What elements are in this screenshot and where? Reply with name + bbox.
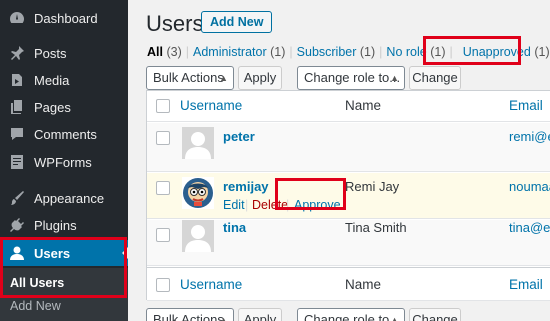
filter-subscriber[interactable]: Subscriber (1) bbox=[297, 45, 376, 59]
admin-sidebar: Dashboard Posts Media Pages Comments WPF… bbox=[0, 0, 128, 321]
column-name: Name bbox=[345, 98, 382, 113]
change-role-select[interactable]: Change role to... ▲ bbox=[297, 66, 405, 90]
filter-administrator[interactable]: Administrator (1) bbox=[193, 45, 285, 59]
edit-link[interactable]: Edit bbox=[223, 198, 245, 212]
users-submenu: All Users Add New bbox=[0, 268, 128, 321]
submenu-all-users[interactable]: All Users bbox=[10, 276, 64, 290]
user-full-name: Tina Smith bbox=[345, 220, 407, 235]
row-checkbox[interactable] bbox=[156, 181, 170, 195]
sidebar-item-label: Plugins bbox=[34, 217, 77, 233]
paintbrush-icon bbox=[8, 189, 26, 207]
column-username[interactable]: Username bbox=[180, 98, 242, 113]
forms-icon bbox=[8, 153, 26, 171]
delete-link[interactable]: Delete bbox=[252, 198, 288, 212]
email-link[interactable]: noumaa bbox=[509, 179, 550, 194]
table-row: remijay Remi Jay noumaa Edit | Delete | … bbox=[147, 173, 550, 219]
select-arrow-icon: ▲ bbox=[390, 73, 399, 83]
sidebar-item-plugins[interactable]: Plugins bbox=[0, 212, 128, 238]
filter-all[interactable]: All (3) bbox=[147, 45, 182, 59]
bulk-actions-select-bottom[interactable]: Bulk Actions ▲ bbox=[146, 308, 234, 321]
action-separator: | bbox=[286, 198, 290, 212]
column-email[interactable]: Email bbox=[509, 277, 543, 292]
user-full-name: Remi Jay bbox=[345, 179, 400, 194]
sidebar-item-comments[interactable]: Comments bbox=[0, 121, 128, 147]
apply-button[interactable]: Apply bbox=[238, 66, 282, 90]
approve-link[interactable]: Approve bbox=[294, 198, 341, 212]
column-name: Name bbox=[345, 277, 382, 292]
sidebar-item-label: Media bbox=[34, 72, 70, 88]
sidebar-item-label: WPForms bbox=[34, 154, 92, 170]
pin-icon bbox=[8, 44, 26, 62]
change-role-button[interactable]: Change bbox=[409, 66, 461, 90]
add-new-button[interactable]: Add New bbox=[201, 11, 273, 33]
avatar bbox=[182, 220, 214, 252]
sidebar-item-label: Dashboard bbox=[34, 10, 98, 26]
comment-icon bbox=[8, 125, 26, 143]
email-link[interactable]: remi@ex bbox=[509, 129, 550, 144]
email-link[interactable]: tina@ex bbox=[509, 220, 550, 235]
sidebar-item-label: Users bbox=[34, 245, 71, 261]
select-arrow-icon: ▲ bbox=[219, 315, 228, 321]
change-role-select-bottom[interactable]: Change role to... ▲ bbox=[297, 308, 405, 321]
submenu-add-new[interactable]: Add New bbox=[10, 299, 61, 313]
user-icon bbox=[8, 244, 26, 262]
table-row: peter remi@ex bbox=[147, 123, 550, 172]
username-link[interactable]: peter bbox=[223, 129, 255, 144]
sidebar-item-label: Pages bbox=[34, 99, 71, 115]
change-role-button-bottom[interactable]: Change bbox=[409, 308, 461, 321]
select-arrow-icon: ▲ bbox=[219, 73, 228, 83]
action-separator: | bbox=[245, 198, 249, 212]
apply-button-bottom[interactable]: Apply bbox=[238, 308, 282, 321]
sidebar-item-users[interactable]: Users bbox=[0, 240, 128, 266]
sidebar-item-pages[interactable]: Pages bbox=[0, 94, 128, 120]
plugin-icon bbox=[8, 216, 26, 234]
column-username[interactable]: Username bbox=[180, 277, 242, 292]
filter-unapproved[interactable]: Unapproved (1) bbox=[463, 45, 550, 59]
avatar bbox=[182, 177, 214, 209]
sidebar-item-appearance[interactable]: Appearance bbox=[0, 185, 128, 211]
username-link[interactable]: remijay bbox=[223, 179, 269, 194]
sidebar-item-label: Posts bbox=[34, 45, 67, 61]
column-email[interactable]: Email bbox=[509, 98, 543, 113]
users-table: Username Name Email peter remi@ex remija… bbox=[146, 90, 550, 301]
media-icon bbox=[8, 71, 26, 89]
table-header: Username Name Email bbox=[147, 91, 550, 122]
filter-no-role[interactable]: No role (1) bbox=[386, 45, 445, 59]
bulk-actions-select[interactable]: Bulk Actions ▲ bbox=[146, 66, 234, 90]
main-content: Users Add New All (3) | Administrator (1) |… bbox=[128, 0, 550, 321]
select-all-checkbox[interactable] bbox=[156, 278, 170, 292]
table-footer: Username Name Email bbox=[147, 267, 550, 301]
avatar bbox=[182, 127, 214, 159]
sidebar-item-label: Appearance bbox=[34, 190, 105, 206]
username-link[interactable]: tina bbox=[223, 220, 246, 235]
dashboard-icon bbox=[8, 9, 26, 27]
page-title: Users bbox=[146, 11, 204, 36]
sidebar-item-posts[interactable]: Posts bbox=[0, 40, 128, 66]
sidebar-item-label: Comments bbox=[34, 126, 97, 142]
pages-icon bbox=[8, 98, 26, 116]
select-arrow-icon: ▲ bbox=[390, 315, 399, 321]
sidebar-item-media[interactable]: Media bbox=[0, 67, 128, 93]
sidebar-item-wpforms[interactable]: WPForms bbox=[0, 149, 128, 175]
user-role-filters: All (3) | Administrator (1) | Subscriber (1)… bbox=[147, 45, 550, 59]
sidebar-item-dashboard[interactable]: Dashboard bbox=[0, 5, 128, 31]
row-checkbox[interactable] bbox=[156, 131, 170, 145]
row-checkbox[interactable] bbox=[156, 228, 170, 242]
select-all-checkbox[interactable] bbox=[156, 99, 170, 113]
table-row: tina Tina Smith tina@ex bbox=[147, 220, 550, 266]
